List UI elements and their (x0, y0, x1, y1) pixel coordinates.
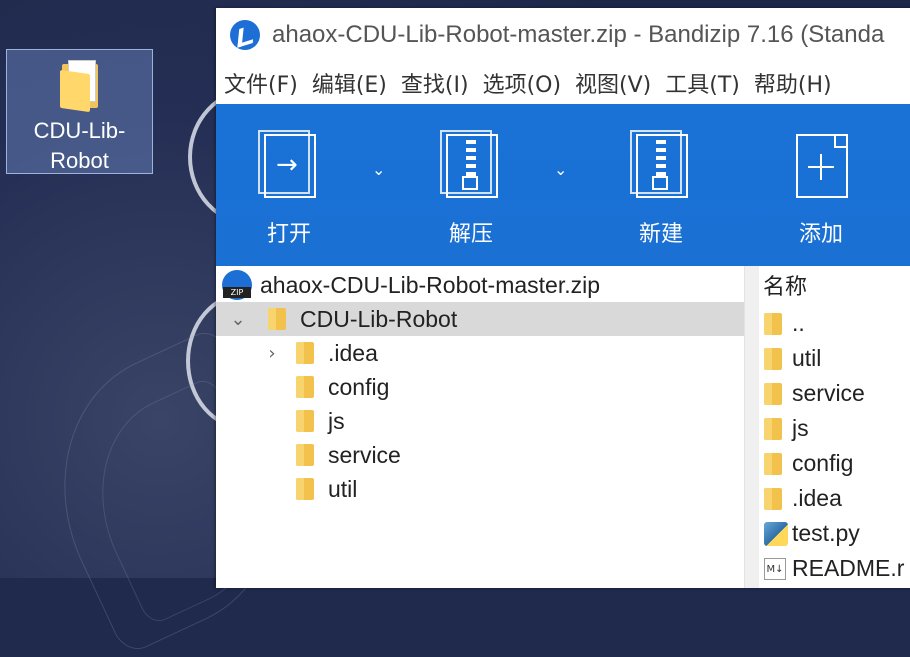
open-archive-icon: → (258, 130, 320, 202)
open-label: 打开 (266, 222, 311, 247)
folder-icon (296, 478, 314, 500)
tree-item-service[interactable]: service (216, 438, 744, 472)
folder-icon (764, 312, 782, 335)
add-label: 添加 (798, 222, 843, 247)
list-item[interactable]: .idea (758, 481, 910, 516)
desktop-folder-label: CDU-Lib-Robot (33, 118, 126, 173)
tree-item-label: CDU-Lib-Robot (300, 305, 458, 332)
tree-scrollbar[interactable] (744, 266, 759, 588)
markdown-file-icon: M↓ (764, 557, 786, 580)
menu-view[interactable]: 视图(V) (575, 67, 651, 99)
column-header-name[interactable]: 名称 (758, 266, 910, 306)
zip-archive-icon (222, 270, 252, 300)
window-title: ahaox-CDU-Lib-Robot-master.zip - Bandizi… (272, 21, 885, 48)
folder-icon (764, 452, 782, 475)
folder-icon (268, 308, 286, 330)
new-archive-zipper-icon (630, 130, 692, 202)
tree-item-idea[interactable]: › .idea (216, 336, 744, 370)
folder-icon (59, 58, 100, 113)
content-panes: ahaox-CDU-Lib-Robot-master.zip ⌄ CDU-Lib… (216, 266, 910, 588)
toolbar: → 打开 ⌄ 解压 ⌄ 新建 添加 (216, 104, 910, 266)
folder-icon (764, 417, 782, 440)
tree-item-label: service (328, 441, 401, 468)
folder-tree: ahaox-CDU-Lib-Robot-master.zip ⌄ CDU-Lib… (216, 266, 745, 588)
tree-item-label: util (328, 475, 358, 502)
add-button[interactable]: 添加 (790, 130, 852, 248)
list-item-label: service (792, 380, 865, 406)
open-dropdown-chevron-icon[interactable]: ⌄ (372, 160, 385, 179)
list-item[interactable]: test.py (758, 516, 910, 551)
list-item[interactable]: util (758, 341, 910, 376)
python-file-icon (764, 521, 788, 546)
list-item[interactable]: M↓ README.r (758, 551, 910, 586)
list-item[interactable]: service (758, 376, 910, 411)
tree-item-util[interactable]: util (216, 472, 744, 506)
menu-options[interactable]: 选项(O) (483, 67, 561, 99)
open-button[interactable]: → 打开 (258, 130, 320, 248)
extract-dropdown-chevron-icon[interactable]: ⌄ (554, 160, 567, 179)
tree-item-label: config (328, 373, 390, 400)
menu-help[interactable]: 帮助(H) (754, 67, 832, 99)
expand-chevron-icon[interactable]: › (262, 343, 282, 364)
menu-tools[interactable]: 工具(T) (665, 67, 740, 99)
folder-icon (764, 347, 782, 370)
tree-item-cdu-lib-robot[interactable]: ⌄ CDU-Lib-Robot (216, 302, 744, 336)
bandizip-logo-icon (230, 20, 260, 50)
tree-item-label: .idea (328, 339, 378, 366)
tree-item-js[interactable]: js (216, 404, 744, 438)
title-bar[interactable]: ahaox-CDU-Lib-Robot-master.zip - Bandizi… (216, 8, 910, 62)
list-item-label: .. (792, 310, 805, 336)
list-item-label: test.py (792, 520, 860, 546)
tree-item-label: js (328, 407, 345, 434)
add-file-icon (790, 130, 852, 202)
list-item[interactable]: .. (758, 306, 910, 341)
extract-label: 解压 (448, 222, 493, 247)
list-item[interactable]: js (758, 411, 910, 446)
menu-file[interactable]: 文件(F) (224, 67, 298, 99)
menu-bar: 文件(F) 编辑(E) 查找(I) 选项(O) 视图(V) 工具(T) 帮助(H… (216, 62, 910, 104)
list-item[interactable]: config (758, 446, 910, 481)
extract-button[interactable]: 解压 (440, 130, 502, 248)
folder-icon (764, 382, 782, 405)
bandizip-window: ahaox-CDU-Lib-Robot-master.zip - Bandizi… (216, 8, 910, 588)
folder-icon (296, 444, 314, 466)
list-item-label: .idea (792, 485, 842, 511)
menu-edit[interactable]: 编辑(E) (312, 67, 387, 99)
collapse-chevron-icon[interactable]: ⌄ (228, 309, 248, 330)
list-item-label: js (792, 415, 809, 441)
list-item-label: config (792, 450, 854, 476)
folder-icon (296, 376, 314, 398)
tree-archive-root[interactable]: ahaox-CDU-Lib-Robot-master.zip (222, 268, 750, 302)
folder-icon (764, 487, 782, 510)
list-item-label: util (792, 345, 822, 371)
menu-find[interactable]: 查找(I) (401, 67, 469, 99)
desktop-folder-icon[interactable]: CDU-Lib-Robot (6, 49, 153, 174)
new-label: 新建 (638, 222, 683, 247)
new-archive-button[interactable]: 新建 (630, 130, 692, 248)
archive-name: ahaox-CDU-Lib-Robot-master.zip (260, 271, 601, 298)
file-list: 名称 .. util service js config .idea test.… (758, 266, 910, 588)
tree-item-config[interactable]: config (216, 370, 744, 404)
folder-icon (296, 342, 314, 364)
folder-icon (296, 410, 314, 432)
extract-zipper-icon (440, 130, 502, 202)
